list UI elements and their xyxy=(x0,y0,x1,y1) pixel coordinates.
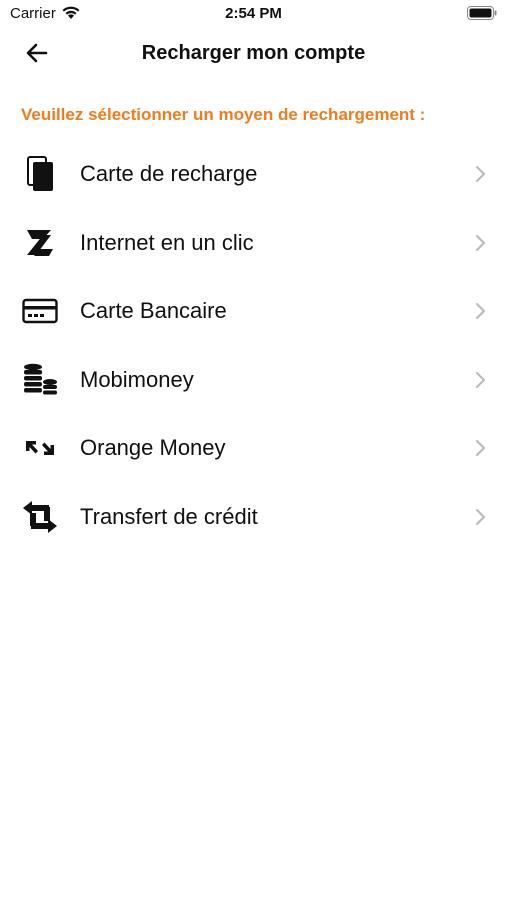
chevron-right-icon xyxy=(476,303,485,319)
navigation-bar: Recharger mon compte xyxy=(0,34,507,74)
list-item-transfert-de-credit[interactable]: Transfert de crédit xyxy=(0,483,507,552)
chevron-right-icon xyxy=(476,371,485,388)
chevron-right-icon xyxy=(476,508,485,525)
list-item-label: Internet en un clic xyxy=(80,229,254,255)
credit-card-icon xyxy=(22,293,58,329)
instruction-text: Veuillez sélectionner un moyen de rechar… xyxy=(21,105,426,124)
list-item-internet-en-un-clic[interactable]: Internet en un clic xyxy=(0,209,507,278)
list-item-label: Mobimoney xyxy=(80,366,194,392)
list-item-orange-money[interactable]: Orange Money xyxy=(0,414,507,483)
list-item-label: Carte de recharge xyxy=(80,161,258,186)
list-item-mobimoney[interactable]: Mobimoney xyxy=(0,346,507,415)
chevron-right-icon xyxy=(476,166,485,182)
transfer-icon xyxy=(22,499,58,535)
list-item-carte-bancaire[interactable]: Carte Bancaire xyxy=(0,277,507,346)
coins-icon xyxy=(22,362,58,398)
page-title: Recharger mon compte xyxy=(141,42,366,64)
internet-click-icon xyxy=(22,225,58,261)
chevron-right-icon xyxy=(476,440,485,456)
clock: 2:54 PM xyxy=(225,5,282,22)
battery-icon xyxy=(467,6,497,20)
payment-method-list: Carte de recharge Internet en un clic Ca… xyxy=(0,140,507,551)
phone-card-icon xyxy=(22,156,58,192)
list-item-label: Transfert de crédit xyxy=(80,503,258,529)
arrows-exchange-icon xyxy=(22,430,58,466)
chevron-right-icon xyxy=(476,234,485,251)
list-item-label: Orange Money xyxy=(80,435,226,460)
status-bar: Carrier 2:54 PM xyxy=(0,0,507,28)
list-item-label: Carte Bancaire xyxy=(80,298,227,323)
list-item-carte-de-recharge[interactable]: Carte de recharge xyxy=(0,140,507,209)
